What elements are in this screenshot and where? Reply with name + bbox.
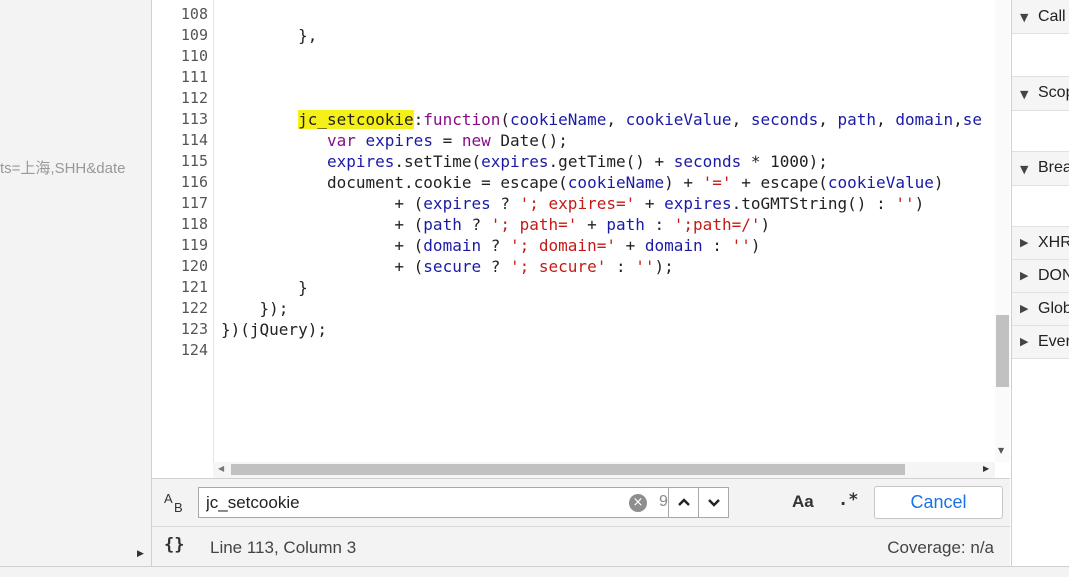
- replace-toggle-icon[interactable]: A B: [162, 491, 188, 517]
- line-number[interactable]: 118: [152, 214, 208, 235]
- regex-button[interactable]: .*: [838, 490, 858, 510]
- triangle-right-icon: ▶: [1020, 302, 1029, 315]
- triangle-right-icon: ▶: [1020, 236, 1029, 249]
- section-body: [1012, 186, 1069, 227]
- line-number[interactable]: 122: [152, 298, 208, 319]
- line-number[interactable]: 124: [152, 340, 208, 361]
- code-line-115: expires.setTime(expires.getTime() + seco…: [326, 152, 828, 171]
- chevron-down-icon: [707, 499, 720, 507]
- line-number[interactable]: 115: [152, 151, 208, 172]
- debugger-sidebar: ▼ Call ▼ Scop ▼ Brea ▶ XHR ▶ DON ▶ Glob …: [1011, 0, 1069, 576]
- chevron-up-icon: [677, 498, 690, 506]
- line-number[interactable]: 121: [152, 277, 208, 298]
- section-scope[interactable]: ▼ Scop: [1012, 77, 1069, 111]
- request-row-text[interactable]: ts=上海,SHH&date: [0, 157, 125, 178]
- section-event-listener-breakpoints[interactable]: ▶ Ever: [1012, 326, 1069, 359]
- line-number[interactable]: 120: [152, 256, 208, 277]
- triangle-right-icon: ▶: [1020, 269, 1029, 282]
- line-number[interactable]: 113: [152, 109, 208, 130]
- section-breakpoints[interactable]: ▼ Brea: [1012, 152, 1069, 186]
- line-number[interactable]: 112: [152, 88, 208, 109]
- search-input[interactable]: [199, 488, 619, 517]
- code-line-118: + (path ? '; path=' + path : ';path=/'): [394, 215, 771, 234]
- left-pane: ts=上海,SHH&date ▶: [0, 0, 152, 566]
- status-bar: {} Line 113, Column 3 Coverage: n/a: [152, 526, 1010, 567]
- section-label: DON: [1038, 267, 1069, 284]
- code-line-121: }: [298, 278, 308, 297]
- bottom-drawer-edge: [0, 566, 1069, 577]
- cancel-button[interactable]: Cancel: [874, 486, 1003, 519]
- code-line-116: document.cookie = escape(cookieName) + '…: [326, 173, 944, 192]
- code-line-122: });: [259, 299, 289, 318]
- line-number[interactable]: 123: [152, 319, 208, 340]
- expand-arrow-icon[interactable]: ▶: [137, 549, 144, 559]
- section-label: XHR: [1038, 234, 1069, 251]
- section-label: Ever: [1038, 333, 1069, 350]
- section-label: Scop: [1038, 84, 1069, 101]
- match-case-button[interactable]: Aa: [792, 492, 814, 512]
- search-box: × 9 of 9: [198, 487, 715, 518]
- scroll-left-arrow-icon[interactable]: ◀: [218, 464, 224, 473]
- triangle-down-icon: ▼: [1020, 11, 1029, 24]
- code-line-114: var expires = new Date();: [326, 131, 568, 150]
- code-line-119: + (domain ? '; domain=' + domain : ''): [394, 236, 761, 255]
- code-editor[interactable]: 108 109 110 111 112 113 114 115 116 117 …: [152, 0, 1010, 478]
- line-number[interactable]: 116: [152, 172, 208, 193]
- code-line-123: })(jQuery);: [221, 320, 327, 339]
- next-match-button[interactable]: [698, 487, 729, 518]
- previous-match-button[interactable]: [668, 487, 699, 518]
- search-highlight: jc_setcookie: [298, 110, 414, 129]
- section-label: Call: [1038, 8, 1066, 25]
- section-call-stack[interactable]: ▼ Call: [1012, 0, 1069, 34]
- triangle-down-icon: ▼: [1020, 88, 1029, 101]
- vertical-scrollbar[interactable]: ▼: [995, 0, 1010, 462]
- cursor-position: Line 113, Column 3: [210, 538, 357, 557]
- line-number[interactable]: 109: [152, 25, 208, 46]
- code-line-113: jc_setcookie:function(cookieName, cookie…: [298, 110, 983, 129]
- line-number[interactable]: 108: [152, 4, 208, 25]
- code-line-120: + (secure ? '; secure' : '');: [394, 257, 674, 276]
- section-label: Glob: [1038, 300, 1069, 317]
- section-global-listeners[interactable]: ▶ Glob: [1012, 293, 1069, 326]
- triangle-right-icon: ▶: [1020, 335, 1029, 348]
- scroll-right-arrow-icon[interactable]: ▶: [983, 464, 989, 473]
- line-number[interactable]: 111: [152, 67, 208, 88]
- section-body: [1012, 34, 1069, 77]
- pretty-print-icon[interactable]: {}: [164, 535, 184, 555]
- line-number-gutter: 108 109 110 111 112 113 114 115 116 117 …: [152, 0, 214, 462]
- clear-search-icon[interactable]: ×: [629, 494, 647, 512]
- section-dom-breakpoints[interactable]: ▶ DON: [1012, 260, 1069, 293]
- code-area[interactable]: }, jc_setcookie:function(cookieName, coo…: [214, 0, 994, 462]
- line-number[interactable]: 114: [152, 130, 208, 151]
- section-body: [1012, 111, 1069, 152]
- coverage-status: Coverage: n/a: [887, 538, 994, 557]
- line-number[interactable]: 110: [152, 46, 208, 67]
- vertical-scrollbar-thumb[interactable]: [996, 315, 1009, 387]
- horizontal-scrollbar[interactable]: ◀ ▶: [213, 462, 995, 478]
- line-number[interactable]: 119: [152, 235, 208, 256]
- code-line-117: + (expires ? '; expires=' + expires.toGM…: [394, 194, 925, 213]
- code-line-109: },: [221, 26, 318, 45]
- triangle-down-icon: ▼: [1020, 163, 1029, 176]
- find-bar: A B × 9 of 9 Aa .* Cancel: [152, 478, 1010, 526]
- section-label: Brea: [1038, 159, 1069, 176]
- line-number[interactable]: 117: [152, 193, 208, 214]
- horizontal-scrollbar-thumb[interactable]: [231, 464, 905, 475]
- section-xhr-breakpoints[interactable]: ▶ XHR: [1012, 227, 1069, 260]
- scroll-down-arrow-icon[interactable]: ▼: [998, 446, 1004, 455]
